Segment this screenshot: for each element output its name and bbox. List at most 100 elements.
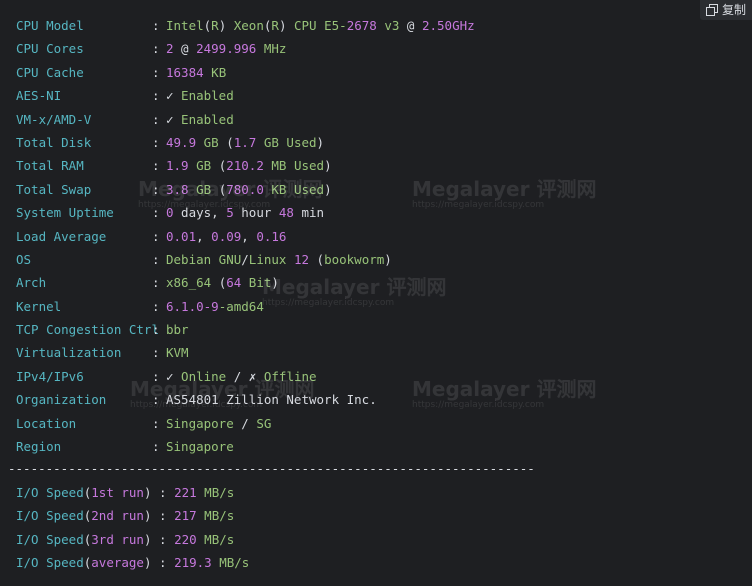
info-key: Total Swap	[16, 181, 92, 197]
io-unit: MB/s	[204, 508, 235, 524]
io-run: average	[91, 555, 144, 571]
info-key: Total Disk	[16, 134, 92, 150]
separator: :	[152, 181, 160, 197]
value-token: 2	[166, 41, 174, 57]
separator: :	[152, 41, 160, 57]
info-row: CPU Cores:2 @ 2499.996 MHz	[16, 37, 752, 60]
value-token: Bit	[241, 275, 272, 291]
value-token: GB	[196, 134, 227, 150]
separator: :	[152, 275, 160, 291]
info-value: Singapore	[166, 435, 234, 458]
io-label: I/O Speed	[16, 555, 84, 571]
info-row: IPv4/IPv6: ✓ Online / ✗ Offline	[16, 365, 752, 388]
value-token: min	[293, 205, 325, 221]
value-token: 1.9	[166, 158, 189, 174]
terminal-output: CPU Model: Intel(R) Xeon(R) CPU E5-2678 v…	[16, 14, 752, 458]
value-token: @	[173, 41, 197, 57]
info-key: Region	[16, 439, 62, 455]
separator: :	[152, 158, 160, 174]
punctuation: (	[83, 555, 92, 571]
value-token: AS54801 Zillion Network Inc.	[166, 392, 377, 408]
io-label: I/O Speed	[16, 531, 84, 547]
info-row: Total Swap:3.8 GB (780.0 KB Used)	[16, 178, 752, 201]
punctuation: (	[83, 508, 92, 524]
separator: :	[152, 345, 160, 361]
separator: :	[152, 368, 160, 384]
info-value: Debian GNU/Linux 12 (bookworm)	[166, 248, 392, 271]
io-value: 217	[174, 508, 197, 524]
separator: :	[152, 64, 160, 80]
info-value: 2 @ 2499.996 MHz	[166, 37, 286, 60]
punctuation: (	[83, 485, 92, 500]
value-token: 780.0	[226, 181, 264, 197]
info-value: 3.8 GB (780.0 KB Used)	[166, 178, 332, 201]
io-row: I/O Speed(average) : 219.3 MB/s	[16, 551, 249, 574]
value-token: SG	[248, 415, 272, 431]
value-token: MB Used	[263, 158, 325, 174]
info-value: ✓ Enabled	[166, 84, 234, 107]
info-key: CPU Cache	[16, 64, 84, 80]
separator: :	[152, 88, 160, 104]
info-value: x86_64 (64 Bit)	[166, 271, 279, 294]
separator: :	[152, 322, 160, 338]
info-key: IPv4/IPv6	[16, 368, 84, 384]
value-token: -amd64	[218, 298, 264, 314]
punctuation: ) :	[143, 555, 175, 571]
info-row: Total RAM:1.9 GB (210.2 MB Used)	[16, 154, 752, 177]
info-key: CPU Model	[16, 18, 84, 33]
value-token: 64	[226, 275, 242, 291]
value-token: KB	[203, 64, 227, 80]
value-token: Debian GNU	[166, 251, 242, 267]
punctuation: ) :	[143, 485, 175, 500]
value-token: ,	[196, 228, 212, 244]
value-token: GB	[188, 181, 219, 197]
info-value: ✓ Online / ✗ Offline	[166, 365, 317, 388]
info-row: AES-NI: ✓ Enabled	[16, 84, 752, 107]
value-token: 210.2	[226, 158, 264, 174]
punctuation	[197, 528, 205, 551]
punctuation	[212, 551, 220, 574]
info-row: Virtualization: KVM	[16, 341, 752, 364]
io-unit: MB/s	[204, 485, 235, 500]
info-row: Region: Singapore	[16, 435, 752, 458]
info-value: Intel(R) Xeon(R) CPU E5-2678 v3 @ 2.50GH…	[166, 14, 475, 37]
io-value: 220	[174, 531, 197, 547]
info-value: AS54801 Zillion Network Inc.	[166, 388, 377, 411]
info-row: CPU Model: Intel(R) Xeon(R) CPU E5-2678 v…	[16, 14, 752, 37]
value-token: Enabled	[173, 111, 234, 127]
copy-button[interactable]: 复制	[699, 0, 752, 20]
punctuation: (	[83, 531, 92, 547]
separator: :	[152, 392, 160, 408]
info-row: OS: Debian GNU/Linux 12 (bookworm)	[16, 248, 752, 271]
io-run: 1st run	[91, 485, 144, 500]
info-row: TCP Congestion Ctrl: bbr	[16, 318, 752, 341]
value-token: )	[324, 158, 332, 174]
punctuation	[197, 504, 205, 527]
value-token: ✓	[166, 111, 174, 127]
value-token: MHz	[256, 41, 287, 57]
io-run: 2nd run	[91, 508, 144, 524]
value-token: ✗	[241, 368, 257, 384]
value-token: 1.7	[233, 134, 257, 150]
separator: :	[152, 298, 160, 314]
io-row: I/O Speed(3rd run) : 220 MB/s	[16, 528, 249, 551]
value-token: 16384	[166, 64, 204, 80]
info-key: Total RAM	[16, 158, 84, 174]
info-row: Total Disk:49.9 GB (1.7 GB Used)	[16, 131, 752, 154]
io-label: I/O Speed	[16, 485, 84, 500]
info-key: CPU Cores	[16, 41, 84, 57]
value-token: 0.01	[166, 228, 197, 244]
value-token: 2499.996	[196, 41, 257, 57]
info-value: 0.01, 0.09, 0.16	[166, 225, 286, 248]
value-token: (	[226, 134, 234, 150]
value-token: ✓	[166, 368, 174, 384]
value-token: bbr	[166, 322, 189, 338]
info-row: CPU Cache:16384 KB	[16, 61, 752, 84]
value-token: /	[241, 415, 249, 431]
info-value: 49.9 GB (1.7 GB Used)	[166, 131, 324, 154]
separator: :	[152, 228, 160, 244]
value-token: ,	[241, 228, 257, 244]
value-token: v3	[376, 18, 407, 33]
value-token: 0	[166, 205, 174, 221]
punctuation: ) :	[143, 508, 175, 524]
